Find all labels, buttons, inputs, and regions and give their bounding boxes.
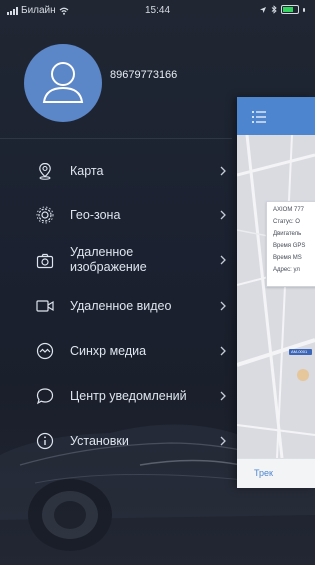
avatar[interactable] xyxy=(24,44,102,122)
menu-item-geozone[interactable]: Гео-зона xyxy=(0,204,232,226)
side-drawer-screen: Билайн 15:44 89679773166 Карта Гео-зона … xyxy=(0,0,315,565)
preview-map[interactable] xyxy=(237,135,315,458)
info-line: Время MS xyxy=(273,255,302,261)
chevron-right-icon xyxy=(220,255,226,265)
preview-bottom-bar: Трек xyxy=(237,458,315,488)
track-tab[interactable]: Трек xyxy=(254,468,273,478)
profile-divider xyxy=(0,138,232,139)
user-icon xyxy=(42,62,84,103)
menu-item-label: Установки xyxy=(70,433,129,448)
info-line: Время GPS xyxy=(273,243,306,249)
chevron-right-icon xyxy=(220,346,226,356)
vehicle-map-tag-label: AM-0001 xyxy=(291,349,308,354)
menu-item-sync-media[interactable]: Синхр медиа xyxy=(0,340,232,362)
info-line: Статус: О xyxy=(273,219,300,225)
main-screen-preview[interactable]: AXIOM 777 Статус: О Двигатель Время GPS … xyxy=(237,97,315,488)
battery-tip xyxy=(303,7,305,12)
menu-item-map[interactable]: Карта xyxy=(0,160,232,182)
menu-item-label: Удаленное изображение xyxy=(70,245,147,274)
menu-item-remote-video[interactable]: Удаленное видео xyxy=(0,295,232,317)
menu-item-label: Карта xyxy=(70,163,104,178)
info-line: Двигатель xyxy=(273,231,302,237)
menu-item-remote-image[interactable]: Удаленное изображение xyxy=(0,244,232,276)
user-phone: 89679773166 xyxy=(110,69,178,81)
chevron-right-icon xyxy=(220,301,226,311)
geofence-gear-icon xyxy=(36,206,54,224)
bluetooth-icon xyxy=(271,5,277,14)
sync-media-icon xyxy=(36,342,54,360)
video-camera-icon xyxy=(36,300,54,312)
list-menu-icon[interactable] xyxy=(251,110,267,124)
map-marker[interactable] xyxy=(297,369,309,381)
battery-icon xyxy=(281,5,299,14)
menu-item-notifications[interactable]: Центр уведомлений xyxy=(0,385,232,407)
menu-item-label: Синхр медиа xyxy=(70,343,147,358)
chevron-right-icon xyxy=(220,436,226,446)
status-right xyxy=(259,5,305,14)
menu-item-label: Гео-зона xyxy=(70,207,121,222)
info-line: Адрес: ул xyxy=(273,267,300,273)
status-bar: Билайн 15:44 xyxy=(0,0,315,22)
info-line: AXIOM 777 xyxy=(273,207,305,213)
chevron-right-icon xyxy=(220,210,226,220)
chevron-right-icon xyxy=(220,391,226,401)
info-icon xyxy=(36,432,54,450)
preview-header xyxy=(237,97,315,135)
vehicle-info-popup: AXIOM 777 Статус: О Двигатель Время GPS … xyxy=(266,201,315,287)
chevron-right-icon xyxy=(220,166,226,176)
map-roads xyxy=(237,135,315,458)
location-arrow-icon xyxy=(260,6,266,13)
notification-bubble-icon xyxy=(36,388,54,405)
vehicle-map-tag[interactable]: AM-0001 xyxy=(289,349,312,355)
menu-item-label: Удаленное видео xyxy=(70,298,172,313)
map-pin-icon xyxy=(39,162,51,180)
menu-item-settings[interactable]: Установки xyxy=(0,430,232,452)
camera-icon xyxy=(36,253,54,269)
menu-item-label: Центр уведомлений xyxy=(70,388,187,403)
